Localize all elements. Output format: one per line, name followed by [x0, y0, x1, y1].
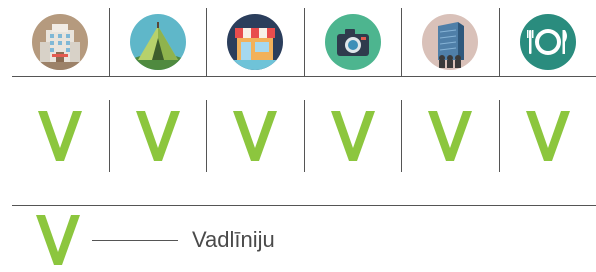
- column-camping: [108, 8, 207, 76]
- restaurant-plate-icon: [519, 14, 576, 70]
- mark-cell-shop: [206, 100, 304, 172]
- marks-row: [12, 100, 596, 172]
- mark-cell-restaurant: [498, 100, 596, 172]
- check-v-icon: [38, 111, 83, 161]
- mark-cell-hotel: [12, 100, 109, 172]
- check-v-icon: [525, 111, 570, 161]
- check-v-icon: [135, 111, 180, 161]
- legend: Vadlīniju: [36, 214, 275, 266]
- check-v-icon: [330, 111, 375, 161]
- mark-cell-camera: [303, 100, 402, 172]
- shop-storefront-icon: [227, 14, 284, 70]
- legend-label: Vadlīniju: [192, 227, 275, 252]
- legend-v-icon: [36, 215, 80, 265]
- column-shop: [206, 8, 304, 76]
- category-icon-row: [12, 8, 596, 77]
- legend-connector-line: [92, 239, 178, 241]
- office-tower-icon: [422, 14, 479, 70]
- column-restaurant: [498, 8, 596, 76]
- camping-tent-icon: [129, 14, 186, 70]
- column-hotel: [12, 8, 109, 76]
- check-v-icon: [428, 111, 473, 161]
- legend-divider: [12, 205, 596, 206]
- mark-cell-office: [401, 100, 499, 172]
- camera-icon: [324, 14, 381, 70]
- column-camera: [303, 8, 402, 76]
- mark-cell-camping: [108, 100, 207, 172]
- check-v-icon: [233, 111, 278, 161]
- hotel-building-icon: [32, 14, 89, 70]
- column-office: [401, 8, 499, 76]
